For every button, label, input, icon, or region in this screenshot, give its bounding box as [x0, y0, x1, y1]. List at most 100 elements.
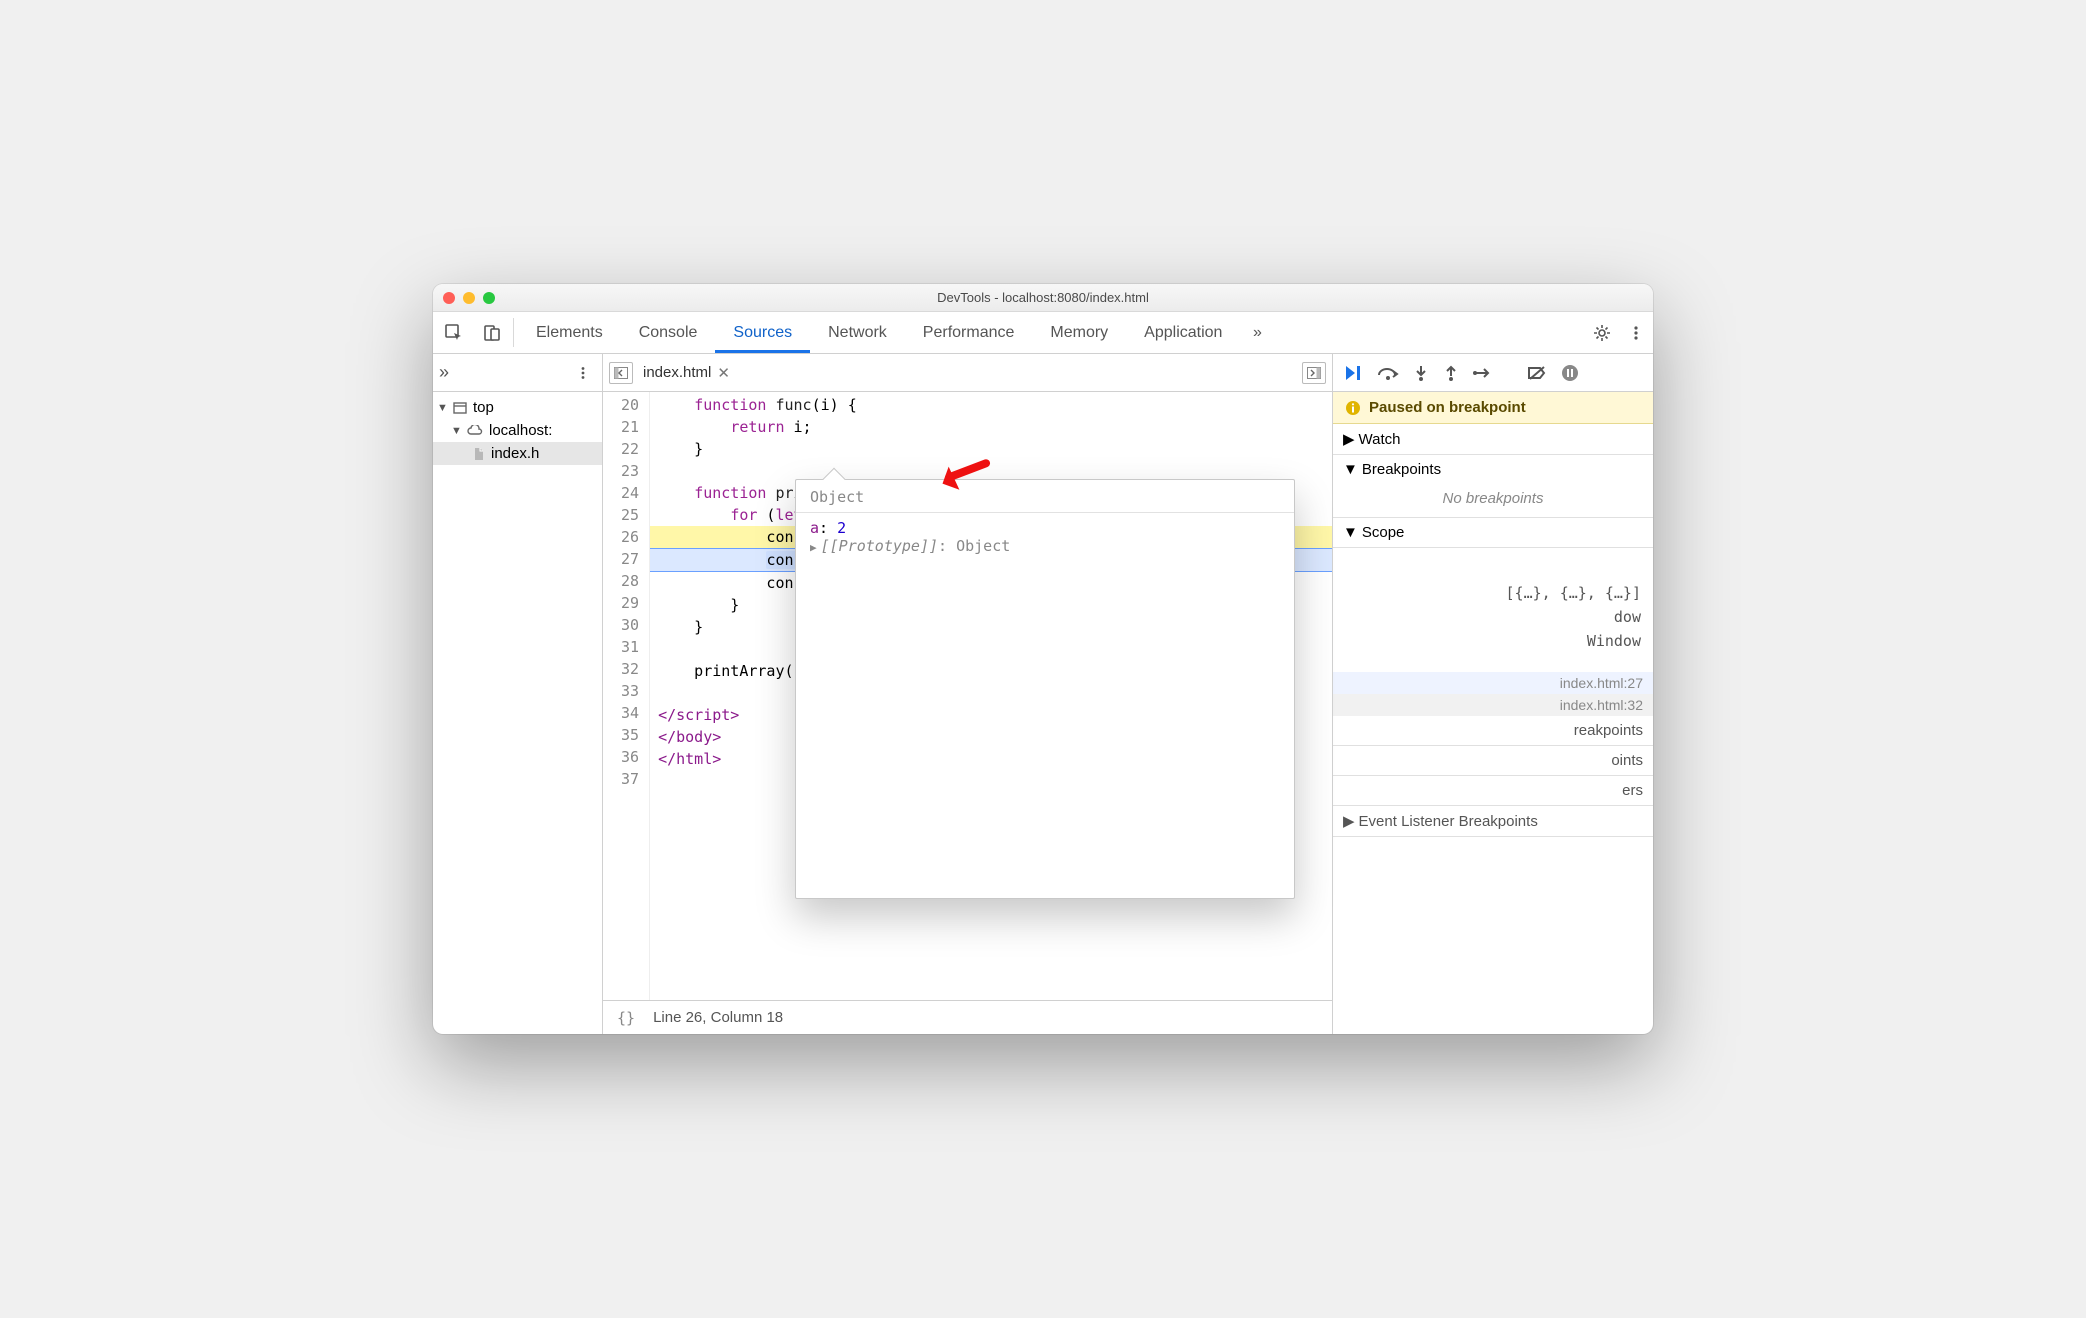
dom-breakpoints-section[interactable]: oints — [1333, 746, 1653, 776]
breakpoints-section[interactable]: ▼Breakpoints No breakpoints — [1333, 455, 1653, 518]
tab-network[interactable]: Network — [810, 312, 905, 353]
device-toolbar-icon[interactable] — [475, 312, 509, 353]
section-title: Scope — [1362, 524, 1405, 541]
cursor-position: Line 26, Column 18 — [653, 1009, 783, 1026]
tree-origin[interactable]: ▼ localhost: — [433, 419, 602, 442]
line-number[interactable]: 33 — [621, 680, 639, 702]
scope-fragment: dow — [1333, 606, 1653, 630]
callstack-row[interactable]: index.html:32 — [1333, 694, 1653, 716]
step-icon[interactable] — [1473, 366, 1493, 380]
tab-application[interactable]: Application — [1126, 312, 1240, 353]
pretty-print-icon[interactable]: {} — [617, 1009, 635, 1027]
code-line[interactable]: return i; — [650, 416, 1332, 438]
object-property[interactable]: a: 2 — [810, 519, 1280, 537]
deactivate-breakpoints-icon[interactable] — [1527, 365, 1547, 381]
callstack-row[interactable]: index.html:27 — [1333, 672, 1653, 694]
devtools-window: DevTools - localhost:8080/index.html Ele… — [433, 284, 1653, 1034]
line-number[interactable]: 25 — [621, 504, 639, 526]
tree-file-index[interactable]: index.h — [433, 442, 602, 465]
close-tab-icon[interactable]: ✕ — [717, 364, 730, 382]
toggle-debugger-icon[interactable] — [1302, 362, 1326, 384]
tree-label: top — [473, 399, 494, 416]
tab-memory[interactable]: Memory — [1032, 312, 1126, 353]
prototype-value: Object — [956, 537, 1010, 555]
line-number[interactable]: 23 — [621, 460, 639, 482]
file-tab-index[interactable]: index.html ✕ — [643, 364, 730, 382]
navigator-menu-icon[interactable] — [570, 362, 596, 384]
disclosure-triangle-icon: ▼ — [1343, 524, 1358, 541]
line-number[interactable]: 30 — [621, 614, 639, 636]
file-tab-label: index.html — [643, 364, 711, 381]
toggle-navigator-icon[interactable] — [609, 362, 633, 384]
step-out-icon[interactable] — [1443, 364, 1459, 382]
titlebar: DevTools - localhost:8080/index.html — [433, 284, 1653, 312]
tab-performance[interactable]: Performance — [905, 312, 1033, 353]
tree-label: index.h — [491, 445, 539, 462]
section-title: Breakpoints — [1362, 461, 1441, 478]
navigator-header: » — [433, 354, 602, 392]
inspect-element-icon[interactable] — [433, 312, 475, 353]
editor-tabstrip: index.html ✕ — [603, 354, 1332, 392]
section-title: oints — [1611, 752, 1643, 769]
xhr-breakpoints-section[interactable]: reakpoints — [1333, 716, 1653, 746]
disclosure-triangle-icon: ▶ — [1343, 430, 1355, 448]
code-line[interactable]: } — [650, 438, 1332, 460]
navigator-panel: » ▼ top ▼ localhost: — [433, 354, 603, 1034]
line-number[interactable]: 36 — [621, 746, 639, 768]
section-title: ers — [1622, 782, 1643, 799]
property-key: a — [810, 519, 819, 537]
disclosure-triangle-icon: ▶ — [1343, 812, 1355, 830]
line-number[interactable]: 35 — [621, 724, 639, 746]
window-title: DevTools - localhost:8080/index.html — [433, 290, 1653, 305]
section-title: reakpoints — [1574, 722, 1643, 739]
step-over-icon[interactable] — [1377, 365, 1399, 381]
tab-sources[interactable]: Sources — [715, 312, 810, 353]
tree-top-frame[interactable]: ▼ top — [433, 396, 602, 419]
tab-elements[interactable]: Elements — [518, 312, 621, 353]
object-preview-popover: Object a: 2 ▶[[Prototype]]: Object — [795, 479, 1295, 899]
scope-fragment: Window — [1333, 630, 1653, 672]
file-icon — [473, 447, 485, 461]
tab-console[interactable]: Console — [621, 312, 716, 353]
line-number[interactable]: 29 — [621, 592, 639, 614]
more-tabs-button[interactable]: » — [1240, 312, 1274, 353]
step-into-icon[interactable] — [1413, 364, 1429, 382]
disclosure-triangle-icon: ▼ — [451, 425, 461, 437]
line-number[interactable]: 31 — [621, 636, 639, 658]
kebab-menu-icon[interactable] — [1619, 312, 1653, 353]
callstack-location: index.html:32 — [1560, 697, 1643, 713]
event-breakpoints-section[interactable]: ▶Event Listener Breakpoints — [1333, 806, 1653, 837]
paused-text: Paused on breakpoint — [1369, 399, 1526, 416]
disclosure-triangle-icon: ▼ — [437, 402, 447, 414]
line-number[interactable]: 34 — [621, 702, 639, 724]
debugger-panel: Paused on breakpoint ▶Watch ▼Breakpoints… — [1333, 354, 1653, 1034]
line-number[interactable]: 32 — [621, 658, 639, 680]
code-line[interactable]: function func(i) { — [650, 394, 1332, 416]
line-gutter[interactable]: 202122232425262728293031323334353637 — [603, 392, 650, 1000]
object-prototype[interactable]: ▶[[Prototype]]: Object — [810, 537, 1280, 555]
resume-icon[interactable] — [1343, 364, 1363, 382]
callstack-location: index.html:27 — [1560, 675, 1643, 691]
frame-icon — [453, 402, 467, 414]
line-number[interactable]: 21 — [621, 416, 639, 438]
line-number[interactable]: 20 — [621, 394, 639, 416]
debug-toolbar — [1333, 354, 1653, 392]
popover-title: Object — [810, 488, 1280, 506]
watch-section[interactable]: ▶Watch — [1333, 424, 1653, 455]
navigator-expand-icon[interactable]: » — [439, 362, 449, 383]
line-number[interactable]: 37 — [621, 768, 639, 790]
panel-tabbar: Elements Console Sources Network Perform… — [433, 312, 1653, 354]
section-title: Watch — [1359, 431, 1401, 448]
divider — [796, 512, 1294, 513]
scope-section[interactable]: ▼Scope — [1333, 518, 1653, 548]
line-number[interactable]: 24 — [621, 482, 639, 504]
line-number[interactable]: 27 — [621, 548, 639, 570]
cloud-icon — [467, 425, 483, 437]
disclosure-triangle-icon: ▼ — [1343, 461, 1358, 478]
global-listeners-section[interactable]: ers — [1333, 776, 1653, 806]
pause-on-exceptions-icon[interactable] — [1561, 364, 1579, 382]
line-number[interactable]: 26 — [621, 526, 639, 548]
settings-icon[interactable] — [1585, 312, 1619, 353]
line-number[interactable]: 28 — [621, 570, 639, 592]
line-number[interactable]: 22 — [621, 438, 639, 460]
